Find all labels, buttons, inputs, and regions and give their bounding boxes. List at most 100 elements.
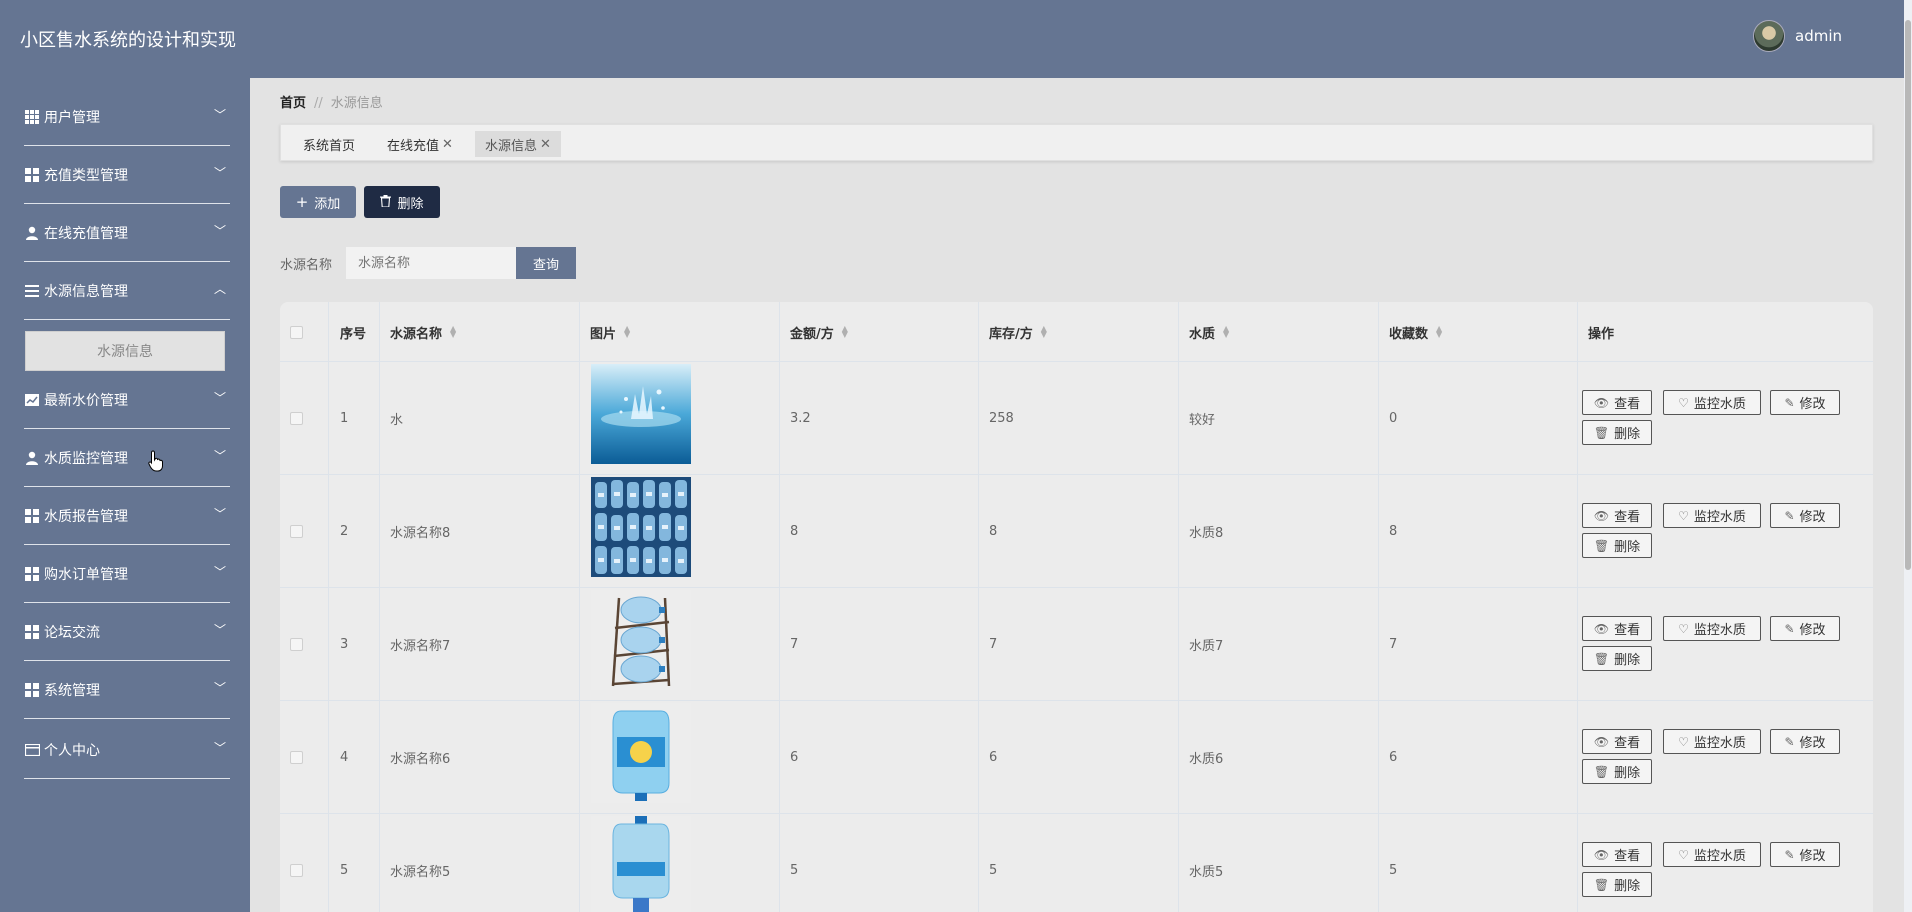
tab-online-recharge[interactable]: 在线充值 ✕: [377, 131, 463, 157]
sidebar-item-label: 用户管理: [44, 110, 100, 126]
cell-price: 5: [790, 863, 799, 878]
search-input[interactable]: [346, 247, 516, 279]
edit-icon: ✎: [1784, 621, 1795, 636]
monitor-quality-button[interactable]: ♡ 监控水质: [1663, 503, 1761, 528]
view-button[interactable]: 👁 查看: [1582, 390, 1652, 415]
close-icon[interactable]: ✕: [540, 137, 551, 152]
sidebar-item-user-management[interactable]: 用户管理 ﹀: [0, 88, 250, 146]
user-name[interactable]: admin: [1795, 27, 1842, 45]
row-checkbox[interactable]: [290, 701, 303, 814]
edit-button[interactable]: ✎ 修改: [1770, 842, 1840, 867]
close-icon[interactable]: ✕: [442, 137, 453, 152]
scrollbar-thumb[interactable]: [1905, 20, 1911, 570]
sort-icon[interactable]: ▲ ▼: [842, 325, 848, 339]
sidebar-item-label: 在线充值管理: [44, 226, 128, 242]
cell-quality: 水质5: [1189, 865, 1224, 880]
sort-icon[interactable]: ▲ ▼: [1041, 325, 1047, 339]
edit-button[interactable]: ✎ 修改: [1770, 503, 1840, 528]
cell-price: 3.2: [790, 411, 811, 426]
heart-icon: ♡: [1678, 734, 1689, 749]
edit-button[interactable]: ✎ 修改: [1770, 616, 1840, 641]
sidebar-item-purchase-orders[interactable]: 购水订单管理 ﹀: [0, 545, 250, 603]
table-row: 4 水源名称6 6 6 水质6 6 👁 查看 ♡ 监控水质 ✎ 修改 🗑 删除: [280, 700, 1873, 813]
search-button[interactable]: 查询: [516, 247, 576, 279]
trash-icon: [380, 193, 392, 211]
sidebar-item-water-price[interactable]: 最新水价管理 ﹀: [0, 371, 250, 429]
water-bucket-image[interactable]: [591, 703, 691, 803]
cell-index: 3: [340, 637, 349, 652]
view-button[interactable]: 👁 查看: [1582, 842, 1652, 867]
avatar[interactable]: [1753, 20, 1785, 52]
view-button[interactable]: 👁 查看: [1582, 503, 1652, 528]
view-button[interactable]: 👁 查看: [1582, 729, 1652, 754]
cell-stock: 5: [989, 863, 998, 878]
column-header-image[interactable]: 图片 ▲ ▼: [590, 302, 630, 362]
page-scrollbar[interactable]: [1904, 0, 1912, 912]
sidebar-item-profile[interactable]: 个人中心 ﹀: [0, 721, 250, 779]
trash-icon: 🗑: [1593, 877, 1610, 892]
row-checkbox[interactable]: [290, 588, 303, 701]
bottled-water-pack-image[interactable]: [591, 477, 691, 577]
row-delete-button[interactable]: 🗑 删除: [1582, 646, 1652, 671]
breadcrumb-home[interactable]: 首页: [280, 96, 306, 111]
row-checkbox[interactable]: [290, 362, 303, 475]
submenu-item-water-source-info[interactable]: 水源信息: [25, 331, 225, 371]
sidebar-item-water-source[interactable]: 水源信息管理 ︿: [0, 262, 250, 320]
edit-button[interactable]: ✎ 修改: [1770, 390, 1840, 415]
cell-name: 水源名称8: [390, 526, 451, 541]
sidebar-item-online-recharge[interactable]: 在线充值管理 ﹀: [0, 204, 250, 262]
row-checkbox[interactable]: [290, 475, 303, 588]
sidebar-item-label: 最新水价管理: [44, 393, 128, 409]
monitor-quality-button[interactable]: ♡ 监控水质: [1663, 729, 1761, 754]
water-splash-image[interactable]: [591, 364, 691, 464]
water-bucket-dispenser-image[interactable]: [591, 816, 691, 912]
sort-icon[interactable]: ▲ ▼: [450, 325, 456, 339]
column-header-name[interactable]: 水源名称 ▲ ▼: [390, 302, 456, 362]
sidebar-item-forum[interactable]: 论坛交流 ﹀: [0, 603, 250, 661]
user-menu[interactable]: admin: [1753, 20, 1842, 52]
row-delete-button[interactable]: 🗑 删除: [1582, 533, 1652, 558]
edit-button[interactable]: ✎ 修改: [1770, 729, 1840, 754]
tab-home[interactable]: 系统首页: [293, 131, 365, 157]
chart-icon: [24, 392, 40, 408]
cell-favorites: 0: [1389, 411, 1398, 426]
column-header-stock[interactable]: 库存/方 ▲ ▼: [989, 302, 1047, 362]
monitor-quality-button[interactable]: ♡ 监控水质: [1663, 390, 1761, 415]
monitor-quality-button[interactable]: ♡ 监控水质: [1663, 842, 1761, 867]
column-header-price[interactable]: 金额/方 ▲ ▼: [790, 302, 848, 362]
sort-icon[interactable]: ▲ ▼: [1223, 325, 1229, 339]
sidebar-item-label: 论坛交流: [44, 625, 100, 641]
cell-quality: 水质7: [1189, 639, 1224, 654]
view-button[interactable]: 👁 查看: [1582, 616, 1652, 641]
sidebar-item-system[interactable]: 系统管理 ﹀: [0, 661, 250, 719]
tab-bar: 系统首页 在线充值 ✕ 水源信息 ✕: [280, 124, 1873, 161]
add-button[interactable]: + 添加: [280, 186, 356, 218]
sort-icon[interactable]: ▲ ▼: [1436, 325, 1442, 339]
table-header: 序号 水源名称 ▲ ▼ 图片 ▲ ▼ 金额/方 ▲ ▼ 库存/方 ▲ ▼ 水质 ▲ ▼ 收藏数 ▲ ▼ …: [280, 302, 1873, 362]
cell-name: 水源名称7: [390, 639, 451, 654]
heart-icon: ♡: [1678, 621, 1689, 636]
delete-button[interactable]: 删除: [364, 186, 440, 218]
row-delete-button[interactable]: 🗑 删除: [1582, 759, 1652, 784]
water-bucket-rack-image[interactable]: [591, 590, 691, 690]
column-header-favorites[interactable]: 收藏数 ▲ ▼: [1389, 302, 1442, 362]
grid-icon: [24, 566, 40, 582]
sidebar-item-quality-report[interactable]: 水质报告管理 ﹀: [0, 487, 250, 545]
monitor-quality-button[interactable]: ♡ 监控水质: [1663, 616, 1761, 641]
cell-favorites: 5: [1389, 863, 1398, 878]
row-checkbox[interactable]: [290, 814, 303, 912]
row-delete-button[interactable]: 🗑 删除: [1582, 872, 1652, 897]
chevron-down-icon: ﹀: [214, 623, 227, 637]
sidebar-item-quality-monitor[interactable]: 水质监控管理 ﹀: [0, 429, 250, 487]
tab-water-source-info[interactable]: 水源信息 ✕: [475, 131, 561, 157]
sort-icon[interactable]: ▲ ▼: [624, 325, 630, 339]
grid-icon: [24, 624, 40, 640]
data-table: 序号 水源名称 ▲ ▼ 图片 ▲ ▼ 金额/方 ▲ ▼ 库存/方 ▲ ▼ 水质 ▲ ▼ 收藏数 ▲ ▼ …: [280, 302, 1873, 912]
sidebar-item-recharge-type[interactable]: 充值类型管理 ﹀: [0, 146, 250, 204]
breadcrumb: 首页 // 水源信息: [280, 92, 383, 111]
column-header-quality[interactable]: 水质 ▲ ▼: [1189, 302, 1229, 362]
select-all-checkbox[interactable]: [290, 302, 303, 362]
chevron-down-icon: ﹀: [214, 391, 227, 405]
row-delete-button[interactable]: 🗑 删除: [1582, 420, 1652, 445]
sidebar-item-label: 系统管理: [44, 683, 100, 699]
